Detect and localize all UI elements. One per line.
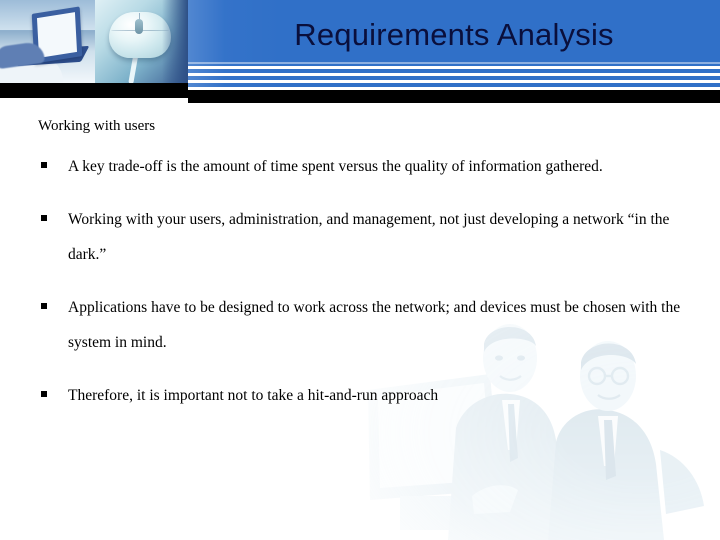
header-photo-strip bbox=[0, 0, 188, 83]
laptop-photo bbox=[0, 0, 95, 83]
header-soft-rule bbox=[188, 62, 720, 64]
list-item-text: Working with your users, administration,… bbox=[68, 211, 670, 263]
list-item: Working with your users, administration,… bbox=[38, 202, 684, 272]
list-item: A key trade-off is the amount of time sp… bbox=[38, 149, 684, 184]
slide-title: Requirements Analysis bbox=[294, 17, 614, 52]
square-bullet-icon bbox=[41, 162, 47, 168]
list-item: Therefore, it is important not to take a… bbox=[38, 378, 684, 413]
body-lead-text: Working with users bbox=[38, 118, 156, 134]
list-item-text: Therefore, it is important not to take a… bbox=[68, 387, 439, 404]
list-item-text: Applications have to be designed to work… bbox=[68, 299, 681, 351]
header-black-rule-left bbox=[0, 83, 188, 98]
slide-body: Working with users A key trade-off is th… bbox=[0, 103, 720, 540]
list-item-text: A key trade-off is the amount of time sp… bbox=[68, 158, 603, 175]
list-item: Applications have to be designed to work… bbox=[38, 290, 684, 360]
square-bullet-icon bbox=[41, 303, 47, 309]
header-black-rule-right bbox=[188, 90, 720, 103]
header-stripe-2 bbox=[188, 73, 720, 76]
header-stripe-1 bbox=[188, 66, 720, 69]
square-bullet-icon bbox=[41, 391, 47, 397]
bullet-list: A key trade-off is the amount of time sp… bbox=[38, 149, 684, 431]
slide-header: Requirements Analysis bbox=[0, 0, 720, 103]
square-bullet-icon bbox=[41, 215, 47, 221]
header-stripe-3 bbox=[188, 80, 720, 83]
slide: Requirements Analysis Working with users… bbox=[0, 0, 720, 540]
computer-mouse-photo bbox=[95, 0, 188, 83]
